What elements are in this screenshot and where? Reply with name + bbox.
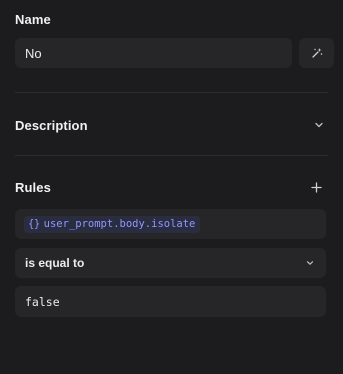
name-input-value: No [25, 45, 42, 61]
rule-variable-field[interactable]: {} user_prompt.body.isolate [15, 209, 326, 239]
section-divider [15, 92, 328, 93]
description-label: Description [15, 117, 88, 133]
magic-fill-button[interactable] [299, 38, 334, 68]
chevron-down-icon [306, 259, 314, 267]
description-toggle[interactable]: Description [15, 112, 328, 138]
section-divider [15, 155, 328, 156]
plus-icon [310, 181, 322, 193]
curly-braces-icon: {} [28, 218, 40, 230]
rules-label: Rules [15, 179, 51, 195]
name-label: Name [15, 12, 51, 27]
name-input[interactable]: No [15, 38, 292, 68]
variable-chip[interactable]: {} user_prompt.body.isolate [24, 215, 201, 233]
add-rule-button[interactable] [306, 177, 326, 197]
rule-value: false [25, 294, 60, 309]
variable-path: user_prompt.body.isolate [43, 218, 196, 230]
rule-value-input[interactable]: false [15, 286, 326, 317]
sparkle-wand-icon [311, 48, 322, 58]
rules-header: Rules [15, 175, 328, 199]
operator-label: is equal to [25, 256, 85, 270]
chevron-down-icon [314, 120, 324, 130]
rule-operator-select[interactable]: is equal to [15, 248, 326, 278]
